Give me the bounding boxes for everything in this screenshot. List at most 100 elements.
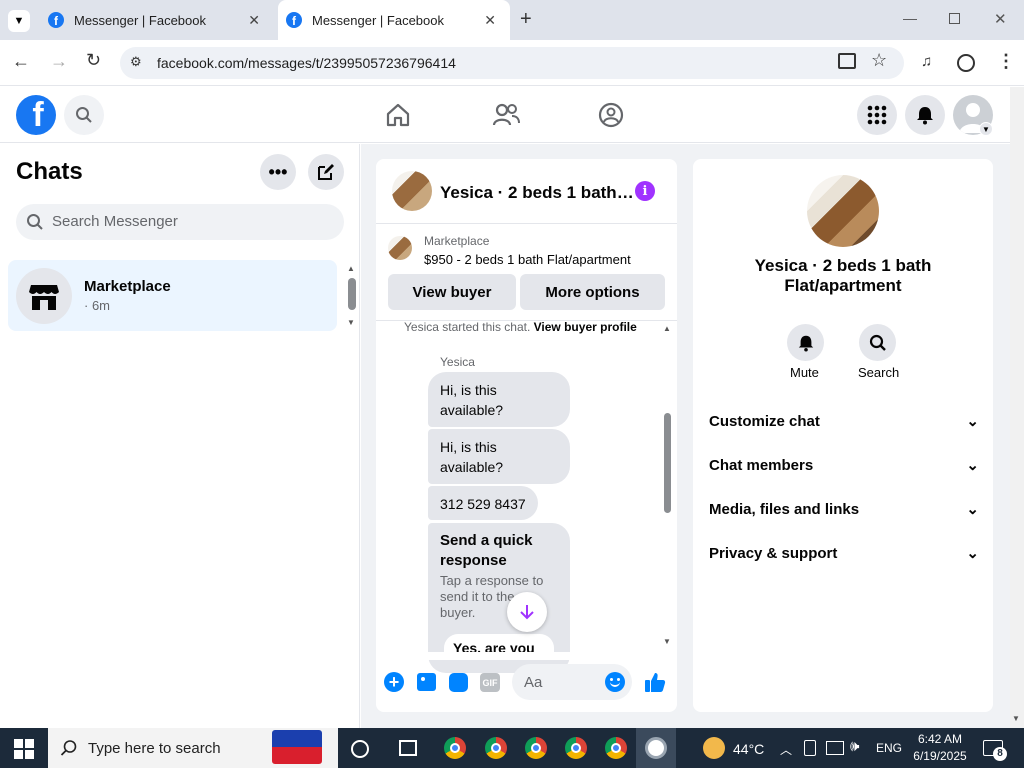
message-input[interactable]: Aa [512,664,632,700]
taskbar-search-box[interactable]: Type here to search [48,728,338,768]
scroll-to-bottom-button[interactable] [507,592,547,632]
system-note-text: Yesica started this chat. [404,320,531,334]
photo-icon[interactable] [417,673,436,691]
search-conversation-icon[interactable] [859,324,896,361]
cortana-icon[interactable] [351,740,369,758]
header-divider [376,223,677,224]
network-icon[interactable] [826,741,844,755]
chat-list-item[interactable]: Marketplace · 6m [8,260,337,331]
page-scroll-down-icon[interactable]: ▼ [1012,714,1020,723]
mute-label[interactable]: Mute [790,365,819,380]
profile-icon[interactable] [957,54,975,72]
chat-scroll-up-icon[interactable]: ▲ [663,324,671,333]
search-messenger-input[interactable]: Search Messenger [16,204,344,240]
chevron-down-icon: ⌄ [966,501,979,518]
close-window-icon[interactable]: ✕ [994,10,1007,28]
search-icon [27,214,43,230]
close-tab-icon[interactable]: ✕ [248,12,260,29]
omnibox[interactable]: ⚙ facebook.com/messages/t/23995057236796… [120,47,904,79]
thumbs-up-icon[interactable] [644,671,666,698]
active-app-icon[interactable] [636,728,676,768]
tab-title: Messenger | Facebook [312,12,444,28]
chrome-taskbar-icon[interactable] [481,733,511,763]
listing-photo[interactable] [807,175,879,247]
listing-text[interactable]: $950 - 2 beds 1 bath Flat/apartment [424,252,631,267]
browser-tab-bar: ▼ f Messenger | Facebook ✕ f Messenger |… [0,0,1024,40]
address-bar-row: ← → ↻ ⚙ facebook.com/messages/t/23995057… [0,40,1024,86]
new-message-icon[interactable] [308,154,344,190]
restore-icon[interactable] [949,13,960,24]
message-bubble[interactable]: 312 529 8437 [428,486,538,520]
friends-icon[interactable] [492,102,520,133]
media-files-links-section[interactable]: Media, files and links ⌄ [709,500,979,519]
minimize-icon[interactable]: — [903,10,917,26]
search-icon[interactable] [64,95,104,135]
gif-icon[interactable]: GIF [480,673,500,692]
page-scrollbar[interactable] [1010,87,1024,728]
chat-members-section[interactable]: Chat members ⌄ [709,456,979,475]
sidebar-scroll-down-icon[interactable]: ▼ [347,318,355,327]
chrome-taskbar-icon[interactable] [561,733,591,763]
view-buyer-profile-link[interactable]: View buyer profile [534,320,637,334]
chat-scrollbar-thumb[interactable] [664,413,671,513]
more-options-icon[interactable]: ••• [260,154,296,190]
privacy-support-section[interactable]: Privacy & support ⌄ [709,544,979,563]
listing-thumbnail[interactable] [388,236,412,260]
message-bubble[interactable]: Hi, is this available? [428,372,570,427]
new-tab-icon[interactable]: + [520,8,532,31]
task-view-icon[interactable] [399,740,417,756]
site-info-icon[interactable]: ⚙ [130,54,142,70]
add-attachment-icon[interactable]: + [384,672,404,692]
install-app-icon[interactable] [838,53,856,69]
reload-icon[interactable]: ↻ [86,50,101,71]
sidebar-scroll-up-icon[interactable]: ▲ [347,264,355,273]
taskbar-search-placeholder: Type here to search [88,740,221,757]
url-text[interactable]: facebook.com/messages/t/2399505723679641… [157,55,456,71]
clock-time[interactable]: 6:42 AM [914,732,966,746]
conversation-avatar[interactable] [392,171,432,211]
message-bubble[interactable]: Hi, is this available? [428,429,570,484]
quick-response-option[interactable]: Yes, are you [444,634,554,652]
media-controls-icon[interactable]: ♫ [921,53,932,70]
facebook-logo-icon[interactable]: f [16,95,56,135]
conversation-title[interactable]: Yesica · 2 beds 1 bath… [440,183,634,203]
groups-icon[interactable] [598,102,624,133]
chat-scroll-down-icon[interactable]: ▼ [663,637,671,646]
clock-date[interactable]: 6/19/2025 [910,749,970,763]
tray-chevron-up-icon[interactable]: ︿ [780,741,792,758]
account-chevron-icon[interactable]: ▼ [979,122,993,136]
bookmark-star-icon[interactable]: ☆ [871,50,887,71]
browser-tab-1[interactable]: f Messenger | Facebook ✕ [38,0,274,40]
message-area-mask [376,652,677,660]
sidebar-scrollbar-thumb[interactable] [348,278,356,310]
home-icon[interactable] [385,102,411,133]
chevron-down-icon: ⌄ [966,545,979,562]
emoji-icon[interactable] [605,672,625,692]
language-indicator[interactable]: ENG [876,741,902,755]
chevron-down-icon: ⌄ [966,413,979,430]
view-buyer-button[interactable]: View buyer [388,274,516,310]
chrome-taskbar-icon[interactable] [521,733,551,763]
search-label[interactable]: Search [858,365,899,380]
weather-temp[interactable]: 44°C [733,741,764,757]
chrome-taskbar-icon[interactable] [440,733,470,763]
customize-chat-section[interactable]: Customize chat ⌄ [709,412,979,431]
back-icon[interactable]: ← [12,51,30,72]
menu-kebab-icon[interactable]: ⋮ [997,51,1015,72]
more-options-button[interactable]: More options [520,274,665,310]
quick-response-title: Send a quick response [440,532,533,569]
info-panel-title: Yesica · 2 beds 1 bath Flat/apartment [754,256,932,295]
notifications-bell-icon[interactable] [905,95,945,135]
windows-start-icon[interactable] [14,739,34,759]
info-icon[interactable]: i [635,181,655,201]
volume-icon[interactable]: 🕪 [850,738,859,755]
tray-device-icon[interactable] [804,740,816,756]
close-tab-icon[interactable]: ✕ [484,12,496,29]
mute-bell-icon[interactable] [787,324,824,361]
chrome-taskbar-icon[interactable] [601,733,631,763]
menu-grid-icon[interactable] [857,95,897,135]
browser-tab-2[interactable]: f Messenger | Facebook ✕ [278,0,510,40]
sticker-icon[interactable] [449,673,468,692]
tab-list-chevron-icon[interactable]: ▼ [8,10,30,32]
forward-icon[interactable]: → [50,51,68,72]
